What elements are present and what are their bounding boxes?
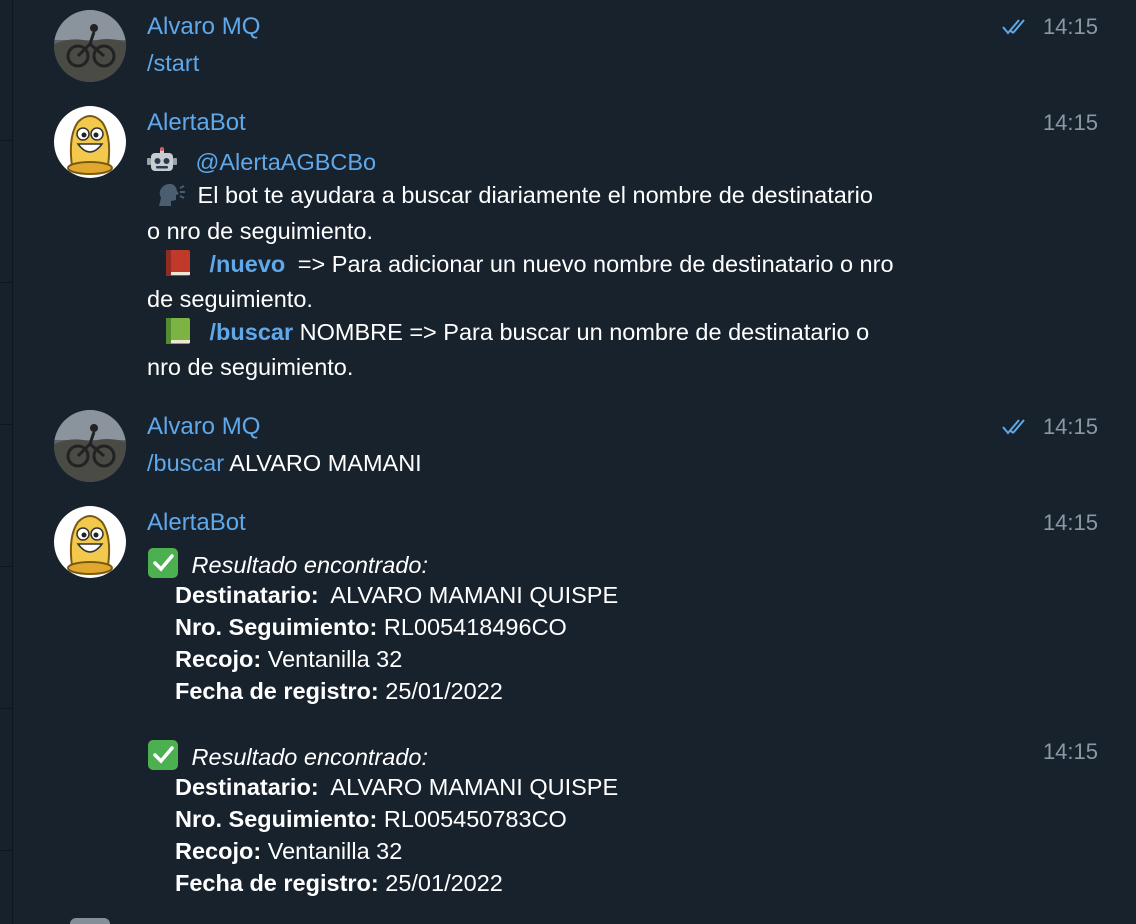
field-value: Ventanilla 32 xyxy=(261,838,403,864)
field-value: ALVARO MAMANI QUISPE xyxy=(318,774,619,800)
message-time: 14:15 xyxy=(1042,14,1098,39)
field-label: Destinatario: xyxy=(175,582,319,608)
intro-line: El bot te ayudara a buscar diariamente e… xyxy=(147,180,873,215)
field-value: RL005450783CO xyxy=(377,806,567,832)
message-text: ALVARO MAMANI xyxy=(224,450,422,476)
result-dest: Destinatario: ALVARO MAMANI QUISPE xyxy=(175,772,618,802)
bot-handle-link[interactable]: @AlertaAGBCBo xyxy=(196,149,377,175)
sender-name[interactable]: AlertaBot xyxy=(147,108,246,138)
message-text: El bot te ayudara a buscar diariamente e… xyxy=(197,182,873,208)
field-label: Destinatario: xyxy=(175,774,319,800)
message-text-line: /buscar ALVARO MAMANI xyxy=(147,448,422,478)
field-label: Recojo: xyxy=(175,646,262,672)
double-check-icon xyxy=(1002,419,1025,435)
user-avatar-icon[interactable] xyxy=(54,10,126,82)
message-time: 14:15 xyxy=(1042,510,1098,535)
result-fecha: Fecha de registro: 25/01/2022 xyxy=(175,868,503,898)
speaking-head-icon xyxy=(155,182,185,215)
field-value: Ventanilla 32 xyxy=(261,646,403,672)
message-text: de seguimiento. xyxy=(147,286,313,312)
result-recojo: Recojo: Ventanilla 32 xyxy=(175,644,402,674)
field-label: Nro. Seguimiento: xyxy=(175,614,378,640)
field-label: Fecha de registro: xyxy=(175,870,379,896)
result-seg: Nro. Seguimiento: RL005450783CO xyxy=(175,804,567,834)
double-check-icon xyxy=(1002,19,1025,35)
green-book-icon xyxy=(163,317,193,352)
robot-emoji-icon xyxy=(147,147,177,182)
result-seg: Nro. Seguimiento: RL005418496CO xyxy=(175,612,567,642)
sender-name[interactable]: Alvaro MQ xyxy=(147,412,260,442)
buscar-line: /buscar NOMBRE => Para buscar un nombre … xyxy=(147,317,869,352)
message-time: 14:15 xyxy=(1042,414,1098,439)
result-dest: Destinatario: ALVARO MAMANI QUISPE xyxy=(175,580,618,610)
field-label: Nro. Seguimiento: xyxy=(175,806,378,832)
message-text: o nro de seguimiento. xyxy=(147,218,374,244)
field-label: Recojo: xyxy=(175,838,262,864)
bot-avatar-icon[interactable] xyxy=(54,506,126,578)
command-link[interactable]: /start xyxy=(147,48,199,78)
next-message-avatar-partial xyxy=(70,918,110,924)
bot-avatar-icon[interactable] xyxy=(54,106,126,178)
message-text: => Para adicionar un nuevo nombre de des… xyxy=(291,251,894,277)
field-label: Fecha de registro: xyxy=(175,678,379,704)
field-value: RL005418496CO xyxy=(377,614,567,640)
message-text: nro de seguimiento. xyxy=(147,354,354,380)
message-time: 14:15 xyxy=(1042,739,1098,764)
field-value: 25/01/2022 xyxy=(378,678,503,704)
nuevo-line: /nuevo => Para adicionar un nuevo nombre… xyxy=(147,249,894,284)
buscar-command-link[interactable]: /buscar xyxy=(147,450,224,476)
nuevo-command-link[interactable]: /nuevo xyxy=(210,251,286,277)
message-time: 14:15 xyxy=(1042,110,1098,135)
chat-list-edge xyxy=(0,0,13,924)
result-recojo: Recojo: Ventanilla 32 xyxy=(175,836,402,866)
message-text: NOMBRE => Para buscar un nombre de desti… xyxy=(293,319,870,345)
user-avatar-icon[interactable] xyxy=(54,410,126,482)
result-fecha: Fecha de registro: 25/01/2022 xyxy=(175,676,503,706)
buscar-command-link[interactable]: /buscar xyxy=(210,319,294,345)
sender-name[interactable]: Alvaro MQ xyxy=(147,12,260,42)
field-value: ALVARO MAMANI QUISPE xyxy=(318,582,619,608)
result-heading-text: Resultado encontrado: xyxy=(191,552,428,578)
handle-line: @AlertaAGBCBo xyxy=(147,147,376,182)
result-heading-text: Resultado encontrado: xyxy=(191,744,428,770)
sender-name[interactable]: AlertaBot xyxy=(147,508,246,538)
field-value: 25/01/2022 xyxy=(378,870,503,896)
red-book-icon xyxy=(163,249,193,284)
